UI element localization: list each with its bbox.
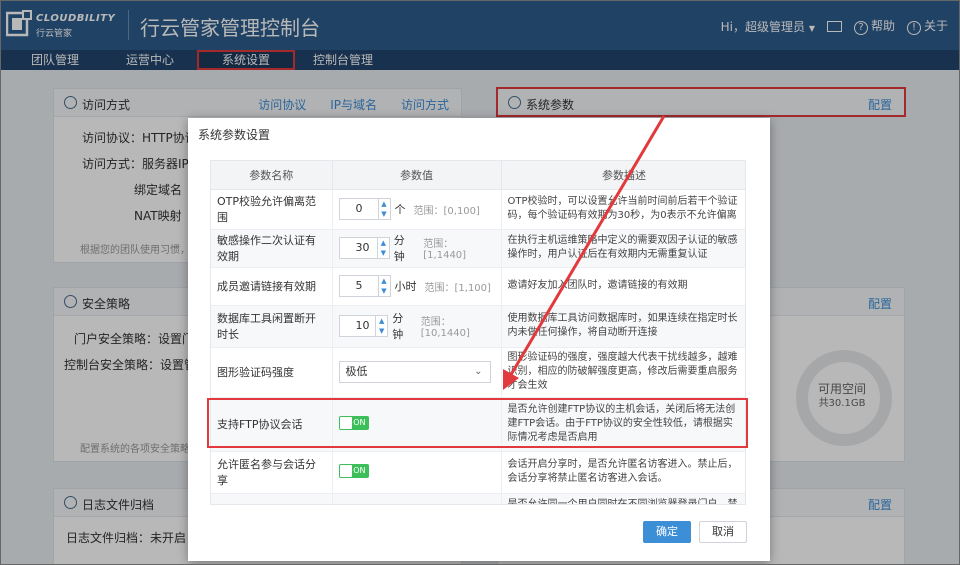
toggle-knob (339, 464, 352, 477)
db-idle-stepper: 10 ▲ ▼ 分钟 范围：[10,1440] (338, 310, 495, 342)
chevron-down-icon: ⌄ (474, 366, 483, 377)
increment-icon[interactable]: ▲ (379, 276, 390, 286)
param-value-cell: 极低 ⌄ (332, 347, 502, 398)
param-name (211, 493, 333, 504)
param-unit: 分钟 (393, 234, 405, 263)
sensitive-auth-value: 30 (355, 241, 370, 254)
toggle-label: ON (353, 465, 366, 475)
invite-link-input[interactable]: 5 ▲ ▼ (338, 275, 391, 297)
spin-buttons: ▲ ▼ (375, 316, 387, 336)
table-row: OTP校验允许偏离范围 0 ▲ ▼ 个 范围：[0,100] OTP校验时，可以设置… (211, 189, 745, 230)
sensitive-auth-input[interactable]: 30 ▲ ▼ (338, 237, 390, 259)
decrement-icon[interactable]: ▼ (376, 326, 387, 336)
param-name: 成员邀请链接有效期 (211, 267, 333, 306)
col-param-value: 参数值 (332, 161, 502, 190)
param-name: 数据库工具闲置断开时长 (211, 305, 333, 348)
table-row: 数据库工具闲置断开时长 10 ▲ ▼ 分钟 范围：[10,1440] 使用数据库工具… (211, 305, 745, 348)
decrement-icon[interactable]: ▼ (378, 248, 389, 258)
params-table-scroll[interactable]: 参数名称 参数值 参数描述 OTP校验允许偏离范围 0 ▲ ▼ 个 范围：[0,10… (210, 160, 746, 505)
param-desc: OTP校验时，可以设置允许当前时间前后若干个验证码，每个验证码有效期为30秒，为… (501, 189, 745, 230)
table-row: 是否允许同一个用户同时在不同浏览器登录门户，禁止后 (211, 493, 745, 504)
param-name: 允许匿名参与会话分享 (211, 451, 333, 494)
param-name: OTP校验允许偏离范围 (211, 189, 333, 230)
param-desc: 图形验证码的强度，强度越大代表干扰线越多，越难识别，相应的防破解强度更高，修改后… (501, 347, 745, 398)
param-desc: 是否允许同一个用户同时在不同浏览器登录门户，禁止后 (501, 493, 745, 504)
param-unit: 分钟 (392, 312, 404, 341)
param-value-cell: 30 ▲ ▼ 分钟 范围：[1,1440] (332, 229, 502, 268)
dialog-title: 系统参数设置 (198, 128, 271, 142)
db-idle-input[interactable]: 10 ▲ ▼ (338, 315, 389, 337)
table-row: 图形验证码强度 极低 ⌄ 图形验证码的强度，强度越大代表干扰线越多，越难识别，相应… (211, 347, 745, 398)
param-desc: 使用数据库工具访问数据库时，如果连续在指定时长内未做任何操作，将自动断开连接 (501, 305, 745, 348)
table-header-row: 参数名称 参数值 参数描述 (211, 161, 745, 190)
system-params-dialog: 系统参数设置 参数名称 参数值 参数描述 OTP校验允许偏离范围 0▲▼ 个 (188, 118, 770, 561)
col-param-name: 参数名称 (211, 161, 333, 190)
increment-icon[interactable]: ▲ (378, 238, 389, 248)
anonymous-share-toggle[interactable]: ON (338, 463, 369, 478)
decrement-icon[interactable]: ▼ (379, 286, 390, 296)
spin-buttons: ▲ ▼ (377, 276, 390, 296)
col-param-desc: 参数描述 (501, 161, 745, 190)
db-idle-value: 10 (355, 319, 370, 332)
captcha-strength-select[interactable]: 极低 ⌄ (338, 361, 491, 383)
param-value-cell: 5 ▲ ▼ 小时 范围：[1,100] (332, 267, 502, 306)
invite-link-value: 5 (355, 279, 363, 292)
sensitive-auth-stepper: 30 ▲ ▼ 分钟 范围：[1,1440] (338, 232, 495, 264)
spin-buttons: ▲ ▼ (376, 238, 389, 258)
table-row: 成员邀请链接有效期 5 ▲ ▼ 小时 范围：[1,100] 邀请好友加入团队时，邀请… (211, 267, 745, 306)
increment-icon[interactable]: ▲ (376, 316, 387, 326)
param-name: 敏感操作二次认证有效期 (211, 229, 333, 268)
param-desc: 邀请好友加入团队时，邀请链接的有效期 (501, 267, 745, 306)
param-value-cell: 10 ▲ ▼ 分钟 范围：[10,1440] (332, 305, 502, 348)
params-table: 参数名称 参数值 参数描述 OTP校验允许偏离范围 0 ▲ ▼ 个 范围：[0,10… (211, 161, 745, 504)
cancel-button[interactable]: 取消 (699, 521, 747, 543)
param-range: 范围：[1,1440] (423, 239, 467, 261)
spin-buttons: ▲ ▼ (377, 199, 390, 219)
param-value-cell: 0 ▲ ▼ 个 范围：[0,100] (332, 189, 502, 230)
table-row: 敏感操作二次认证有效期 30 ▲ ▼ 分钟 范围：[1,1440] 在执行主机运维策… (211, 229, 745, 268)
param-name: 图形验证码强度 (211, 347, 333, 398)
ok-button[interactable]: 确定 (643, 521, 691, 543)
param-value-cell (332, 493, 502, 504)
table-row: 允许匿名参与会话分享 ON 会话开启分享时，是否允许匿名访客进入。禁止后，会话分… (211, 451, 745, 494)
param-desc: 在执行主机运维策略中定义的需要双因子认证的敏感操作时，用户认证后在有效期内无需重… (501, 229, 745, 268)
otp-offset-input[interactable]: 0 ▲ ▼ (338, 198, 391, 220)
param-unit: 个 (394, 203, 406, 216)
param-unit: 小时 (394, 280, 417, 293)
otp-offset-stepper: 0 ▲ ▼ 个 范围：[0,100] (338, 198, 480, 220)
increment-icon[interactable]: ▲ (379, 199, 390, 209)
invite-link-stepper: 5 ▲ ▼ 小时 范围：[1,100] (338, 275, 491, 297)
highlight-ftp-row (207, 398, 748, 448)
decrement-icon[interactable]: ▼ (379, 209, 390, 219)
param-range: 范围：[10,1440] (420, 317, 470, 339)
param-desc: 会话开启分享时，是否允许匿名访客进入。禁止后，会话分享将禁止匿名访客进入会话。 (501, 451, 745, 494)
captcha-strength-value: 极低 (345, 365, 368, 378)
param-value-cell: ON (332, 451, 502, 494)
otp-offset-value: 0 (355, 202, 363, 215)
param-range: 范围：[0,100] (413, 205, 480, 217)
param-range: 范围：[1,100] (424, 282, 491, 294)
